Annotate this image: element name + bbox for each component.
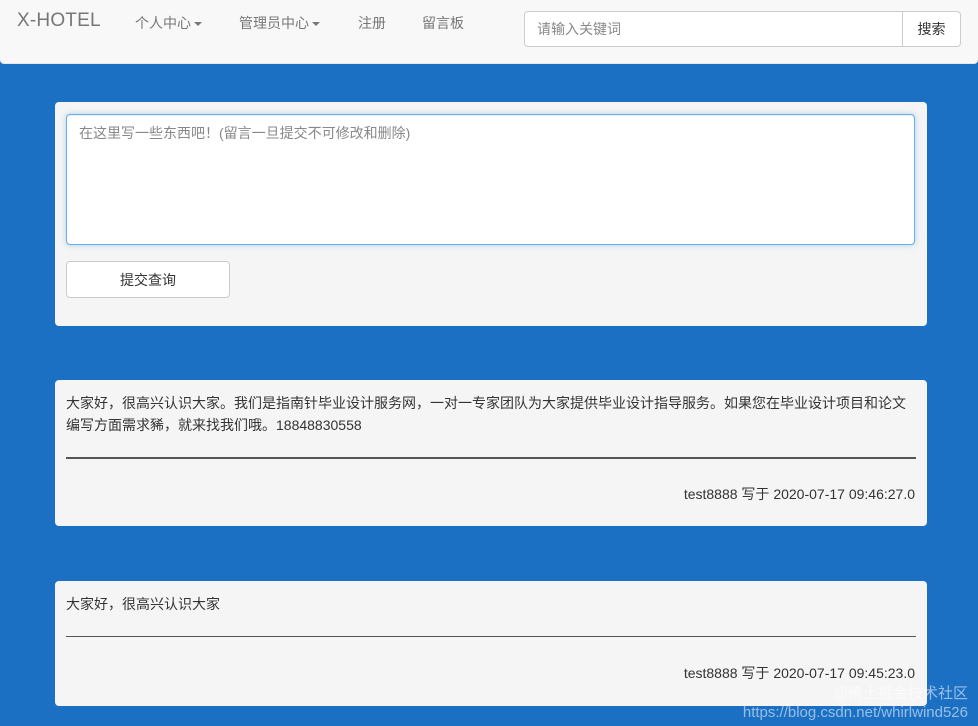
brand-logo[interactable]: X-HOTEL — [17, 10, 101, 32]
top-navbar: X-HOTEL 个人中心 管理员中心 注册 留言板 搜索 — [0, 0, 978, 64]
message-divider — [66, 636, 916, 637]
message-text: 大家好，很高兴认识大家 — [66, 596, 220, 612]
nav-personal-center[interactable]: 个人中心 — [135, 13, 202, 33]
watermark-line-2: https://blog.csdn.net/whirlwind526 — [742, 704, 968, 721]
message-meta: test8888 写于 2020-07-17 09:45:23.0 — [683, 665, 915, 681]
submit-button[interactable]: 提交查询 — [66, 261, 230, 298]
message-card: 大家好，很高兴认识大家。我们是指南针毕业设计服务网，一对一专家团队为大家提供毕业… — [55, 380, 927, 526]
chevron-down-icon — [194, 22, 202, 27]
search-button[interactable]: 搜索 — [902, 11, 961, 47]
nav-message-board[interactable]: 留言板 — [422, 13, 464, 33]
search-form: 搜索 — [524, 11, 961, 47]
nav-personal-center-label: 个人中心 — [135, 15, 191, 31]
message-text: 大家好，很高兴认识大家。我们是指南针毕业设计服务网，一对一专家团队为大家提供毕业… — [66, 395, 906, 433]
message-meta: test8888 写于 2020-07-17 09:46:27.0 — [683, 486, 915, 502]
nav-register[interactable]: 注册 — [358, 13, 386, 33]
chevron-down-icon — [312, 22, 320, 27]
nav-admin-center[interactable]: 管理员中心 — [239, 13, 320, 33]
message-divider — [66, 457, 916, 459]
nav-admin-center-label: 管理员中心 — [239, 15, 309, 31]
watermark: @稀土掘金技术社区 https://blog.csdn.net/whirlwin… — [743, 684, 968, 722]
message-textarea[interactable] — [66, 114, 915, 245]
watermark-line-1: @稀土掘金技术社区 — [832, 685, 968, 702]
search-input[interactable] — [524, 11, 902, 47]
compose-panel: 提交查询 — [55, 102, 927, 326]
